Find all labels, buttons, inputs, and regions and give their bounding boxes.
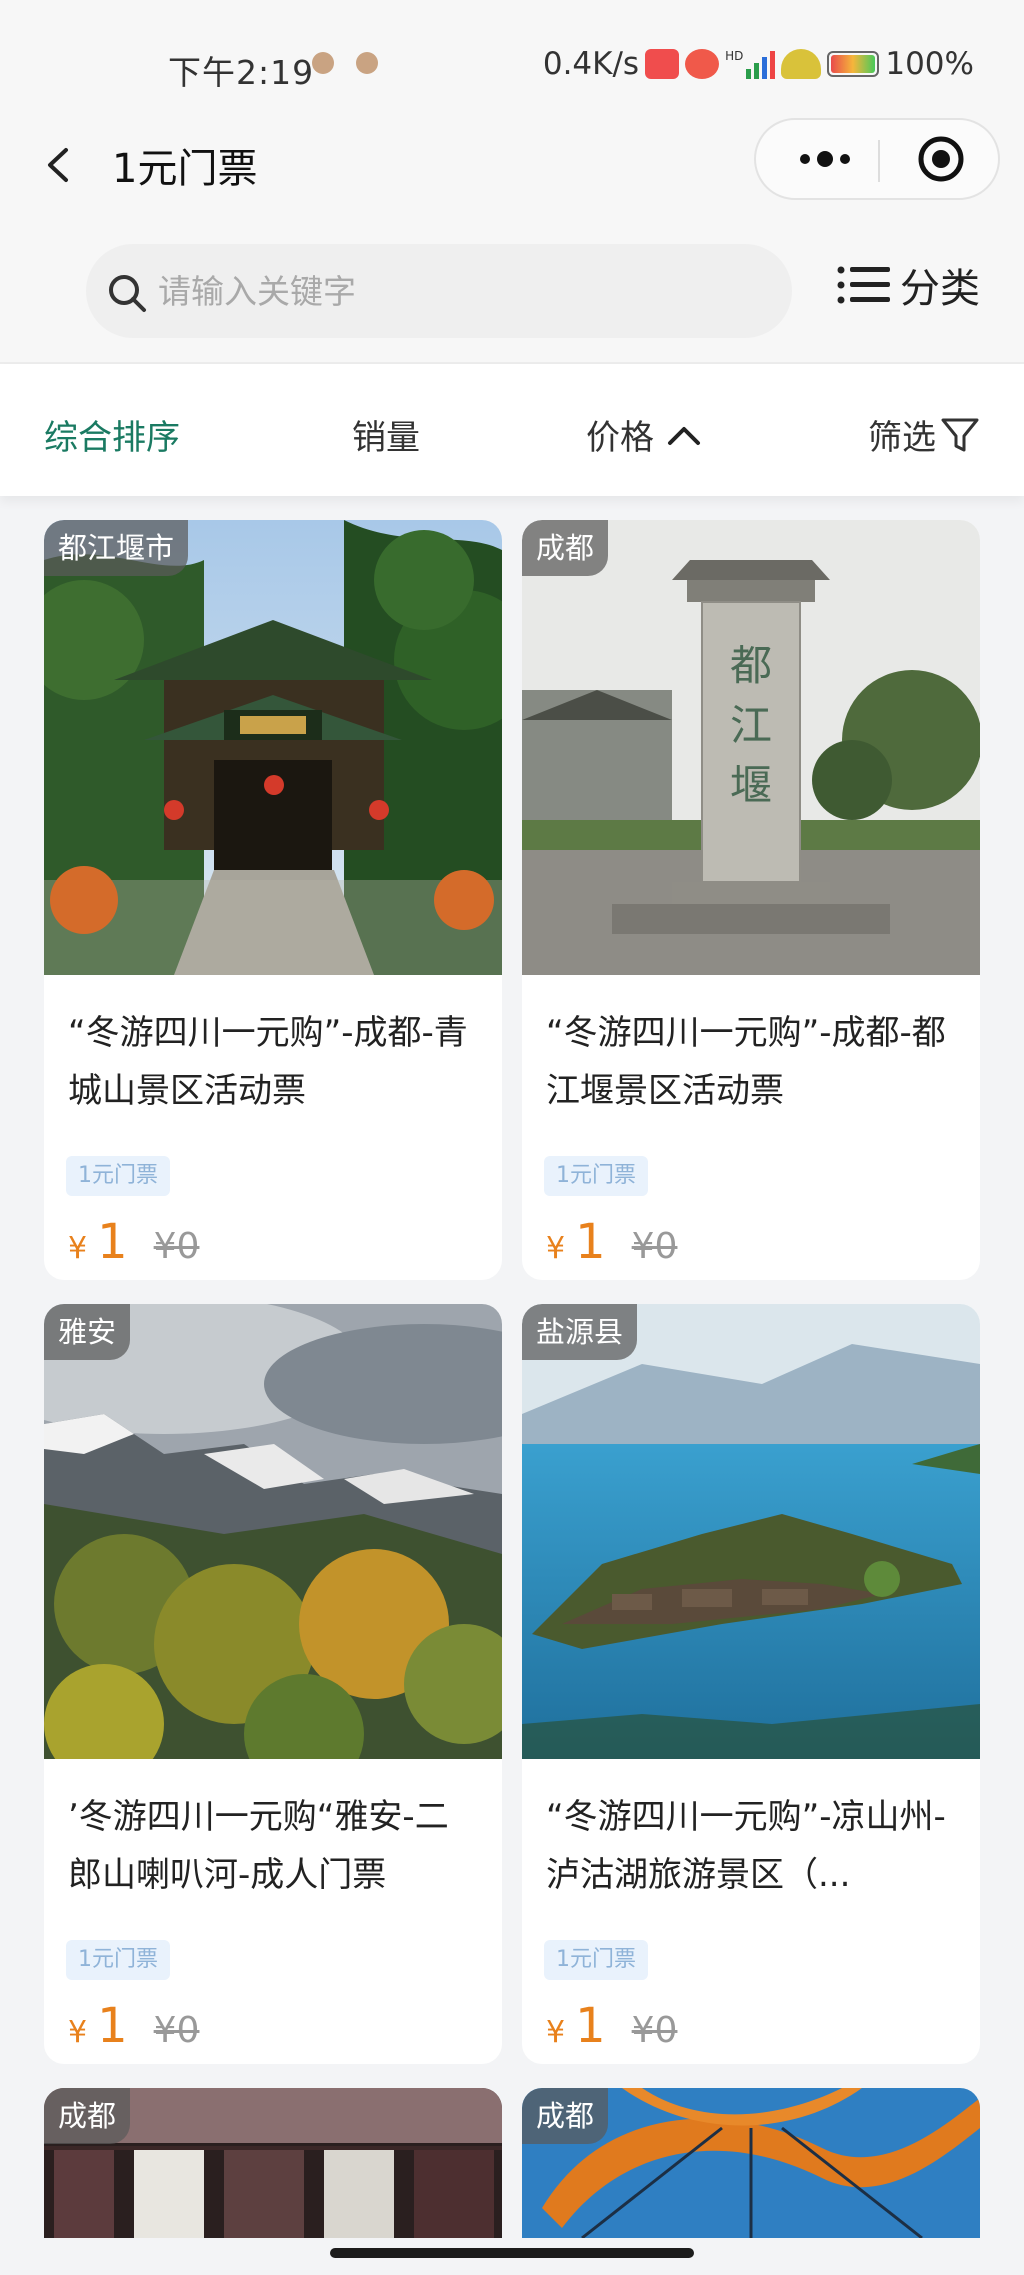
- target-circle-icon: [918, 136, 964, 182]
- price: 1: [97, 1214, 128, 1270]
- product-card[interactable]: 成都: [44, 2088, 502, 2238]
- notification-icon: [312, 52, 334, 74]
- search-input[interactable]: [158, 266, 758, 316]
- price: 1: [97, 1998, 128, 2054]
- back-button[interactable]: [36, 132, 96, 198]
- product-image-temple-gate: 都江堰市: [44, 520, 502, 975]
- product-image-snow-mountain-forest: 雅安: [44, 1304, 502, 1759]
- battery-icon: [827, 51, 880, 77]
- product-tag: 1元门票: [66, 1940, 170, 1980]
- status-indicators: 0.4K/s HD 100%: [543, 46, 974, 82]
- price-row: ¥ 1 ¥0: [68, 1998, 199, 2054]
- product-title: “冬游四川一元购”-凉山州-泸沽湖旅游景区（...: [546, 1797, 946, 1895]
- product-image-lake-island: 盐源县: [522, 1304, 980, 1759]
- miniprogram-capsule: [754, 118, 1000, 200]
- product-card[interactable]: 雅安 ’冬游四川一元购“雅安-二郎山喇叭河-成人门票 1元门票 ¥ 1 ¥0: [44, 1304, 502, 2064]
- alarm-icon: [685, 49, 720, 79]
- search-row: 分类: [0, 222, 1024, 364]
- chevron-left-icon: [48, 148, 68, 182]
- more-dots-icon: [800, 151, 850, 167]
- sort-tab-filter[interactable]: 筛选: [868, 410, 980, 459]
- price-row: ¥ 1 ¥0: [546, 1214, 677, 1270]
- svg-text:江: 江: [730, 701, 772, 750]
- home-indicator: [330, 2248, 694, 2258]
- list-icon: [837, 266, 890, 304]
- location-badge: 成都: [522, 520, 609, 576]
- product-image-dark-interior: 成都: [44, 2088, 502, 2238]
- location-badge: 盐源县: [522, 1304, 638, 1360]
- location-badge: 成都: [44, 2088, 131, 2144]
- notification-icon: [356, 52, 378, 74]
- product-card[interactable]: 都江堰市 “冬游四川一元购”-成都-青城山景区活动票 1元门票 ¥ 1 ¥0: [44, 520, 502, 1280]
- network-speed: 0.4K/s: [542, 46, 640, 82]
- product-tag: 1元门票: [544, 1940, 648, 1980]
- product-card[interactable]: 盐源县 “冬游四川一元购”-凉山州-泸沽湖旅游景区（... 1元门票 ¥ 1 ¥…: [522, 1304, 980, 2064]
- filter-funnel-icon: [941, 418, 979, 451]
- close-miniprogram-button[interactable]: [896, 120, 986, 198]
- original-price: ¥0: [631, 1226, 678, 1267]
- status-time: 下午2:19: [168, 53, 315, 92]
- search-box[interactable]: [86, 244, 792, 338]
- svg-text:都: 都: [730, 641, 772, 690]
- price-row: ¥ 1 ¥0: [68, 1214, 199, 1270]
- product-card[interactable]: 成都: [522, 2088, 980, 2238]
- more-button[interactable]: [790, 120, 860, 198]
- product-image-stone-monument: 都 江 堰 成都: [522, 520, 980, 975]
- wifi-icon: [781, 49, 822, 79]
- product-tag: 1元门票: [66, 1156, 170, 1196]
- category-button[interactable]: 分类: [836, 256, 980, 314]
- original-price: ¥0: [153, 2010, 200, 2051]
- search-icon: [109, 275, 146, 312]
- product-card[interactable]: 都 江 堰 成都 “冬游四川一元购”-成都-都江堰景区活动票 1元门票 ¥ 1 …: [522, 520, 980, 1280]
- mute-icon: [645, 49, 680, 79]
- location-badge: 成都: [522, 2088, 609, 2144]
- sort-tab-label: 销量: [352, 418, 420, 458]
- battery-percent: 100%: [885, 46, 974, 82]
- price-row: ¥ 1 ¥0: [546, 1998, 677, 2054]
- product-title: “冬游四川一元购”-成都-都江堰景区活动票: [546, 1013, 946, 1111]
- original-price: ¥0: [153, 1226, 200, 1267]
- nav-bar: 1元门票: [0, 110, 1024, 222]
- currency-symbol: ¥: [68, 1231, 88, 1266]
- original-price: ¥0: [631, 2010, 678, 2051]
- product-title: “冬游四川一元购”-成都-青城山景区活动票: [68, 1013, 468, 1111]
- price: 1: [575, 1214, 606, 1270]
- signal-icon: HD: [725, 49, 776, 79]
- sort-tab-price[interactable]: 价格: [586, 410, 702, 459]
- product-image-orange-sculpture: 成都: [522, 2088, 980, 2238]
- category-label: 分类: [900, 266, 980, 312]
- currency-symbol: ¥: [68, 2015, 88, 2050]
- chevron-up-icon: [668, 426, 700, 445]
- product-tag: 1元门票: [544, 1156, 648, 1196]
- currency-symbol: ¥: [546, 1231, 566, 1266]
- sort-tab-label: 筛选: [868, 418, 936, 458]
- currency-symbol: ¥: [546, 2015, 566, 2050]
- sort-bar: 综合排序 销量 价格 筛选: [0, 364, 1024, 496]
- sort-tab-label: 价格: [586, 418, 654, 458]
- location-badge: 都江堰市: [44, 520, 189, 576]
- product-title: ’冬游四川一元购“雅安-二郎山喇叭河-成人门票: [68, 1797, 449, 1895]
- location-badge: 雅安: [44, 1304, 131, 1360]
- sort-tab-sales[interactable]: 销量: [352, 410, 420, 459]
- capsule-divider: [878, 140, 880, 182]
- price: 1: [575, 1998, 606, 2054]
- sort-tab-label: 综合排序: [44, 418, 180, 458]
- page-title: 1元门票: [112, 146, 258, 192]
- sort-tab-comprehensive[interactable]: 综合排序: [44, 410, 180, 459]
- hd-label: HD: [725, 49, 744, 63]
- svg-text:堰: 堰: [730, 761, 772, 810]
